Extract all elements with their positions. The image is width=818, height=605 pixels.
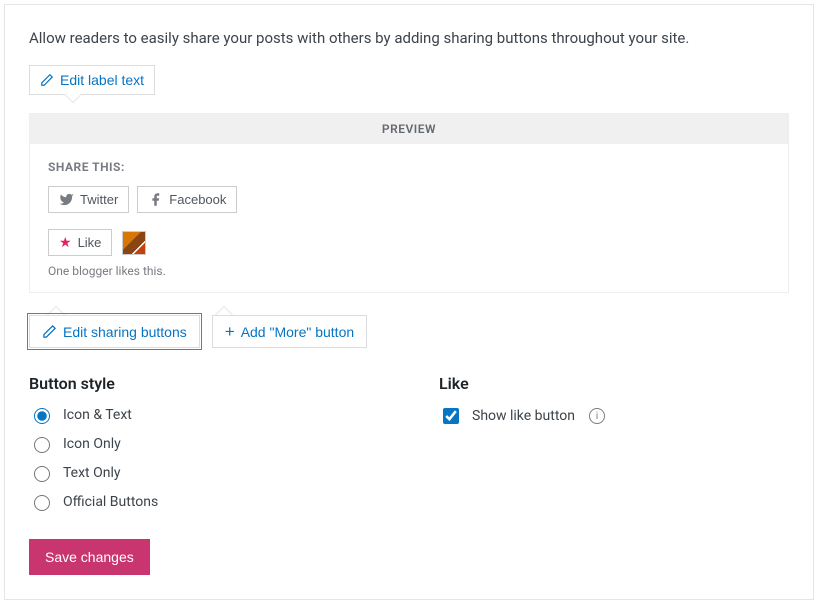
radio-label: Official Buttons [63,494,158,510]
like-title: Like [439,374,789,393]
edit-sharing-label: Edit sharing buttons [63,324,187,340]
add-more-button[interactable]: + Add "More" button [212,315,367,348]
options-row: Button style Icon & Text Icon Only Text … [29,374,789,521]
facebook-icon [148,192,163,207]
save-changes-button[interactable]: Save changes [29,539,150,575]
radio-label: Text Only [63,465,121,481]
like-button[interactable]: ★ Like [48,229,112,256]
edit-actions-row: Edit sharing buttons + Add "More" button [29,315,789,348]
pencil-icon [42,324,57,339]
checkbox-label: Show like button [472,408,575,424]
pointer-up-icon [215,306,233,315]
radio-input[interactable] [34,408,50,424]
share-button-row: Twitter Facebook [48,186,770,213]
show-like-button-checkbox[interactable]: Show like button i [439,405,789,427]
like-label: Like [78,235,102,250]
edit-sharing-buttons-button[interactable]: Edit sharing buttons [29,315,200,348]
sharing-settings-card: Allow readers to easily share your posts… [4,4,814,600]
radio-input[interactable] [34,495,50,511]
preview-body: SHARE THIS: Twitter Facebook ★ Like One … [30,144,788,292]
twitter-icon [59,192,74,207]
liker-avatar[interactable] [122,231,146,255]
radio-icon-and-text[interactable]: Icon & Text [29,405,379,424]
radio-label: Icon & Text [63,407,132,423]
facebook-label: Facebook [169,192,226,207]
save-label: Save changes [45,549,134,565]
radio-input[interactable] [34,437,50,453]
radio-icon-only[interactable]: Icon Only [29,434,379,453]
pencil-icon [40,73,54,87]
pointer-down-icon [64,94,82,103]
like-row: ★ Like [48,229,770,256]
plus-icon: + [225,323,235,340]
radio-label: Icon Only [63,436,121,452]
twitter-share-button[interactable]: Twitter [48,186,129,213]
facebook-share-button[interactable]: Facebook [137,186,237,213]
add-more-label: Add "More" button [241,324,354,340]
pointer-up-icon [47,306,65,315]
checkbox-input[interactable] [443,408,459,424]
radio-text-only[interactable]: Text Only [29,463,379,482]
twitter-label: Twitter [80,192,118,207]
edit-label-text-label: Edit label text [60,72,144,88]
button-style-column: Button style Icon & Text Icon Only Text … [29,374,379,521]
radio-input[interactable] [34,466,50,482]
intro-text: Allow readers to easily share your posts… [29,29,789,47]
preview-header: PREVIEW [30,114,788,144]
share-this-label: SHARE THIS: [48,160,770,174]
preview-panel: PREVIEW SHARE THIS: Twitter Facebook ★ L… [29,113,789,293]
like-column: Like Show like button i [439,374,789,521]
radio-official-buttons[interactable]: Official Buttons [29,492,379,511]
likers-text: One blogger likes this. [48,264,770,278]
button-style-title: Button style [29,374,379,393]
info-icon[interactable]: i [589,408,605,424]
edit-label-text-button[interactable]: Edit label text [29,65,155,95]
star-icon: ★ [59,234,72,251]
